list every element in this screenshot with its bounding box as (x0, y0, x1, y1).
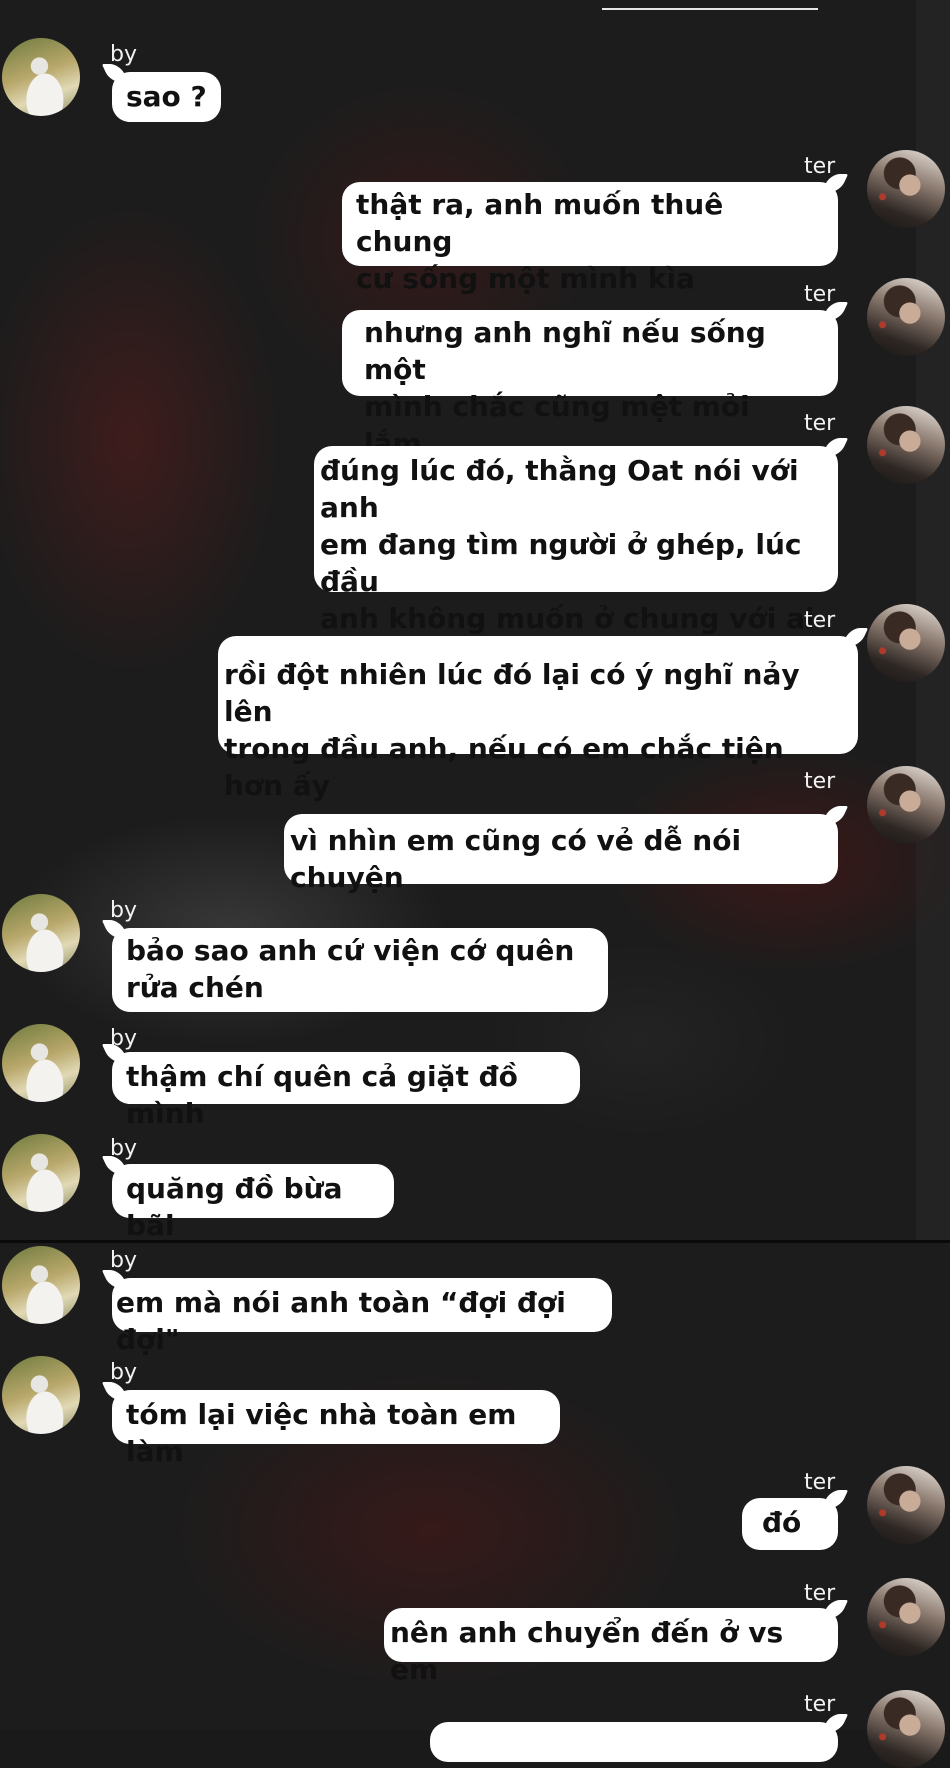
message-bubble[interactable]: thậm chí quên cả giặt đồ mình (112, 1052, 580, 1130)
top-edge-line (602, 8, 818, 10)
message-text: nên anh chuyển đến ở vs em (390, 1616, 793, 1686)
message-bubble[interactable] (430, 1722, 838, 1762)
message-bubble[interactable]: sao ? (112, 72, 221, 122)
message-text: bảo sao anh cứ viện cớ quên rửa chén (126, 934, 575, 1004)
sender-name: ter (804, 1692, 836, 1717)
message-text: em mà nói anh toàn “đợi đợi đợi" (116, 1286, 576, 1356)
message-bubble[interactable]: em mà nói anh toàn “đợi đợi đợi" (112, 1278, 612, 1356)
avatar-ter[interactable] (867, 766, 945, 844)
message-text: đúng lúc đó, thằng Oat nói với anh em đa… (320, 454, 815, 635)
avatar-by[interactable] (2, 1246, 80, 1324)
sender-name: ter (804, 154, 836, 179)
message-text: quăng đồ bừa bãi (126, 1172, 353, 1242)
message-text: rồi đột nhiên lúc đó lại có ý nghĩ nảy l… (224, 658, 800, 802)
avatar-by[interactable] (2, 894, 80, 972)
avatar-ter[interactable] (867, 150, 945, 228)
sender-name: ter (804, 282, 836, 307)
message-bubble[interactable]: đúng lúc đó, thằng Oat nói với anh em đa… (314, 446, 838, 635)
message-text: sao ? (126, 80, 207, 113)
message-bubble[interactable]: vì nhìn em cũng có vẻ dễ nói chuyện (284, 814, 838, 894)
message-text: đó (762, 1506, 802, 1539)
message-bubble[interactable]: bảo sao anh cứ viện cớ quên rửa chén (112, 928, 608, 1012)
avatar-ter[interactable] (867, 1466, 945, 1544)
message-bubble[interactable]: nên anh chuyển đến ở vs em (384, 1608, 838, 1686)
sender-name: ter (804, 411, 836, 436)
avatar-by[interactable] (2, 1356, 80, 1434)
message-bubble[interactable]: thật ra, anh muốn thuê chung cư sống một… (342, 182, 838, 295)
message-bubble[interactable]: nhưng anh nghĩ nếu sống một mình chắc cũ… (342, 310, 838, 460)
avatar-by[interactable] (2, 1134, 80, 1212)
message-text: tóm lại việc nhà toàn em làm (126, 1398, 527, 1468)
sender-name: by (110, 1360, 137, 1385)
avatar-ter[interactable] (867, 1690, 945, 1768)
message-text: thật ra, anh muốn thuê chung cư sống một… (356, 188, 724, 295)
sender-name: ter (804, 1470, 836, 1495)
message-bubble[interactable]: quăng đồ bừa bãi (112, 1164, 394, 1242)
avatar-ter[interactable] (867, 1578, 945, 1656)
avatar-by[interactable] (2, 1024, 80, 1102)
message-bubble[interactable]: đó (742, 1498, 838, 1550)
sender-name: ter (804, 608, 836, 633)
message-text: vì nhìn em cũng có vẻ dễ nói chuyện (290, 824, 751, 894)
avatar-ter[interactable] (867, 278, 945, 356)
message-text: nhưng anh nghĩ nếu sống một mình chắc cũ… (364, 316, 766, 460)
message-bubble[interactable]: rồi đột nhiên lúc đó lại có ý nghĩ nảy l… (218, 636, 858, 802)
sender-name: by (110, 1248, 137, 1273)
sender-name: by (110, 42, 137, 67)
sender-name: by (110, 898, 137, 923)
avatar-ter[interactable] (867, 604, 945, 682)
avatar-ter[interactable] (867, 406, 945, 484)
sender-name: ter (804, 769, 836, 794)
avatar-by[interactable] (2, 38, 80, 116)
message-text: thậm chí quên cả giặt đồ mình (126, 1060, 528, 1130)
message-bubble[interactable]: tóm lại việc nhà toàn em làm (112, 1390, 560, 1468)
